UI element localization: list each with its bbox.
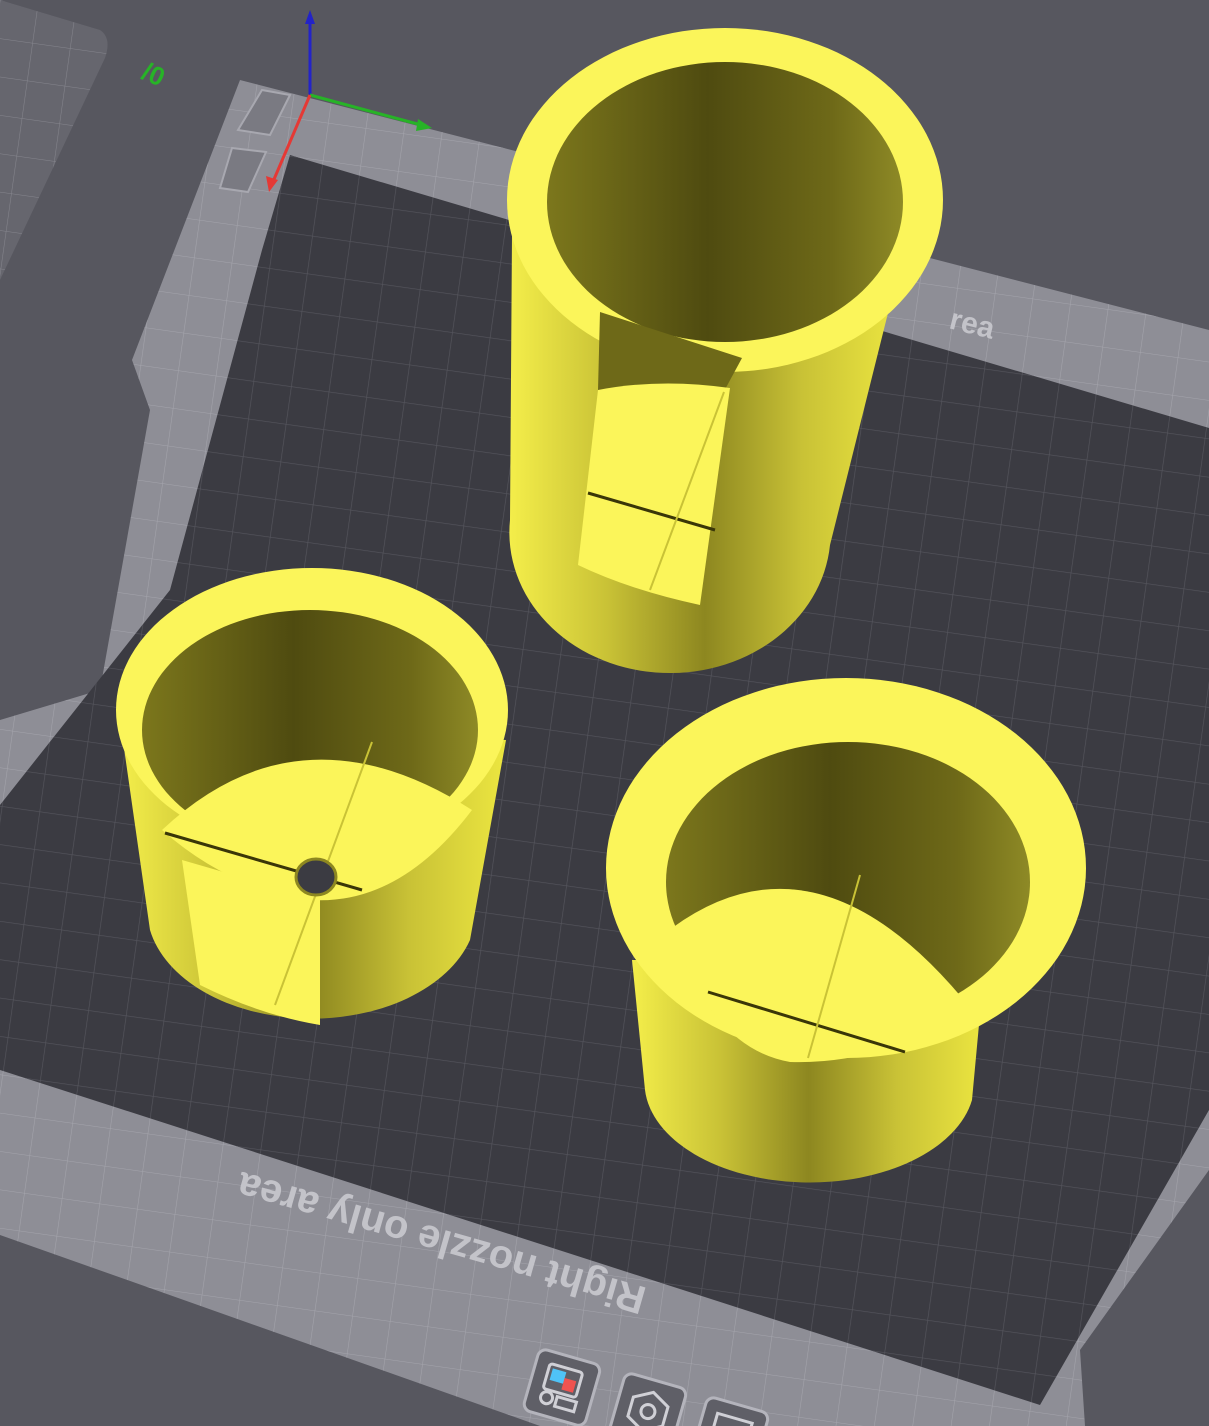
cylinder-inner-wall (547, 62, 903, 342)
model-short-cylinder[interactable] (116, 568, 508, 1025)
plate-number: /0 (138, 56, 170, 92)
center-hole (294, 857, 338, 897)
adjacent-plate (0, 0, 108, 280)
3d-viewport[interactable]: Right nozzle only area rea /0 (0, 0, 1209, 1426)
